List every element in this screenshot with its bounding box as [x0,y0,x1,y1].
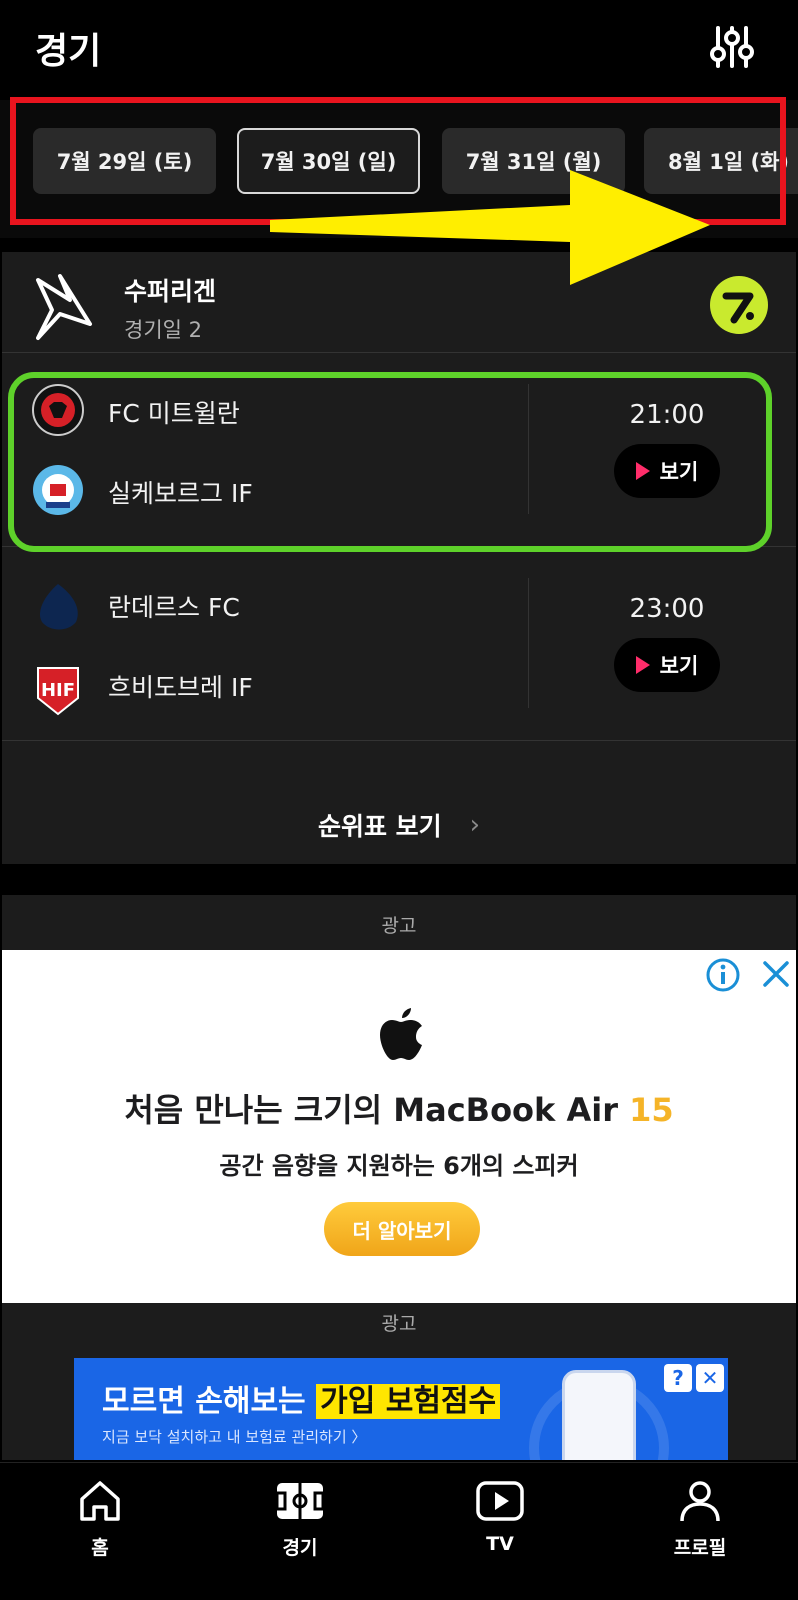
ad-label: 광고 [381,1313,417,1335]
tv-icon [476,1481,524,1521]
filter-button[interactable] [708,22,756,72]
ad-controls: ? ✕ [664,1364,724,1392]
standings-label: 순위표 보기 [317,812,442,841]
pitch-icon [275,1483,325,1519]
play-icon [635,656,650,674]
svg-text:HIF: HIF [41,680,75,701]
filter-sliders-icon [710,26,754,68]
league-logo-icon [36,274,92,340]
broadcaster-logo-icon [710,276,768,334]
divider [2,352,796,353]
ad-info-icon[interactable] [706,958,740,992]
hvidovre-logo-icon: HIF [37,667,79,716]
nav-item-profile[interactable]: 프로필 [630,1463,770,1600]
learn-more-button[interactable]: 더 알아보기 [324,1202,480,1256]
ad-label: 광고 [381,915,417,937]
ad-headline-number: 15 [629,1091,674,1129]
ad-headline: 처음 만나는 크기의 MacBook Air 15 [2,1085,796,1131]
home-icon [80,1481,120,1521]
league-round: 경기일 2 [124,318,202,342]
nav-item-matches[interactable]: 경기 [230,1463,370,1600]
watch-button[interactable]: 보기 [614,638,720,692]
ad-headline-text: 처음 만나는 크기의 MacBook Air [124,1091,630,1129]
green-highlight-frame [8,372,772,552]
chevron-right-icon: › [469,810,481,840]
page-title: 경기 [35,31,102,72]
ad-close-icon[interactable]: ✕ [696,1364,724,1392]
ad-headline: 모르면 손해보는 가입 보험점수 [102,1376,501,1420]
app-header: 경기 [0,0,798,88]
ad-subtitle: 지금 보닥 설치하고 내 보험료 관리하기 〉 [102,1428,367,1446]
apple-logo-icon [380,1008,422,1060]
standings-link[interactable]: 순위표 보기 › [2,787,796,863]
insurance-ad[interactable]: 모르면 손해보는 가입 보험점수 지금 보닥 설치하고 내 보험료 관리하기 〉… [74,1358,728,1460]
nav-label: 경기 [282,1537,318,1559]
randers-logo-icon [39,584,78,630]
league-name: 수퍼리겐 [124,277,217,306]
ad-headline-text: 모르면 손해보는 [102,1384,317,1419]
nav-item-tv[interactable]: TV [430,1463,570,1600]
ad-subtitle: 공간 음향을 지원하는 6개의 스피커 [219,1152,579,1180]
ad-area: 광고 처음 만나는 크기의 MacBook Air 15 공간 음향을 지원하는… [2,895,796,1460]
team-name-away: 흐비도브레 IF [108,673,253,702]
nav-label: 프로필 [673,1537,727,1559]
kickoff-time: 23:00 [629,594,705,624]
nav-label: TV [486,1533,514,1555]
phone-illustration [562,1370,636,1460]
divider [2,740,796,741]
nav-item-home[interactable]: 홈 [30,1463,170,1600]
bottom-nav: 홈 경기 TV 프로필 [0,1462,798,1600]
divider [528,578,529,708]
league-card: 수퍼리겐 경기일 2 FC 미트윌란 실케보르그 IF 21:00 보기 란데르… [2,252,796,864]
yellow-arrow-icon [270,170,710,285]
ad-close-icon[interactable] [760,958,792,990]
ad-headline-highlight: 가입 보험점수 [316,1384,501,1419]
ad-help-icon[interactable]: ? [664,1364,692,1392]
macbook-ad[interactable]: 처음 만나는 크기의 MacBook Air 15 공간 음향을 지원하는 6개… [2,950,796,1303]
profile-icon [680,1481,720,1522]
watch-label: 보기 [659,654,699,678]
nav-label: 홈 [91,1537,109,1559]
team-name-home: 란데르스 FC [108,593,240,622]
